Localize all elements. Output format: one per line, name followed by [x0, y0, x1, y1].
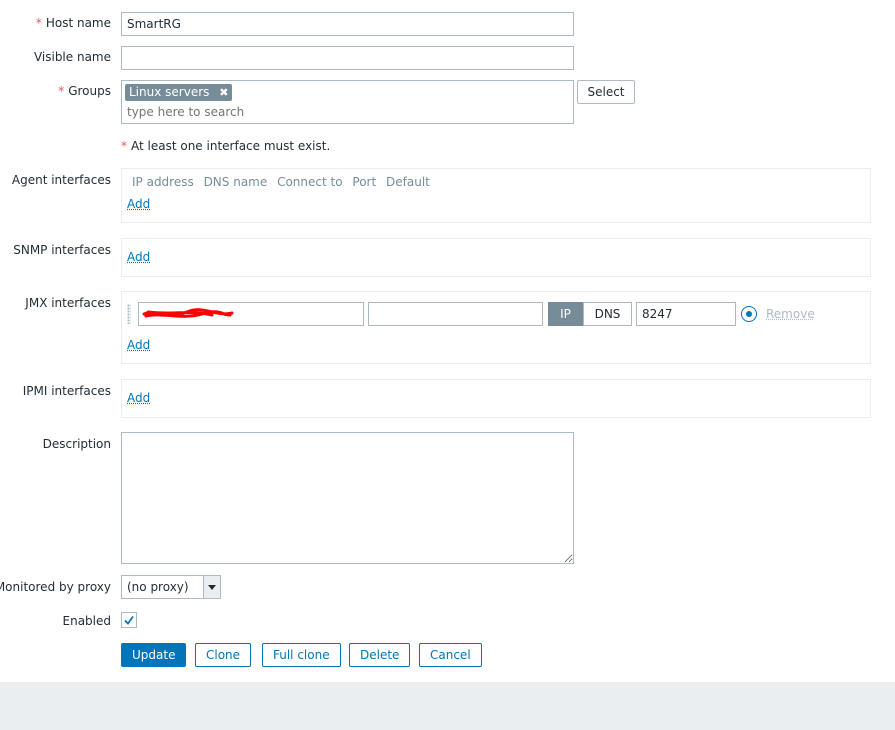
agent-interfaces-label: Agent interfaces [11, 173, 111, 187]
agent-interfaces-section: IP address DNS name Connect to Port Defa… [121, 168, 871, 223]
ipmi-add-link[interactable]: Add [127, 391, 150, 405]
ipmi-interfaces-section: Add [121, 379, 871, 418]
clone-button[interactable]: Clone [195, 643, 252, 667]
host-name-input[interactable] [121, 12, 574, 36]
snmp-add-link[interactable]: Add [127, 250, 150, 264]
jmx-add-link[interactable]: Add [127, 338, 150, 352]
group-tag: Linux servers ✖ [125, 84, 233, 101]
snmp-interfaces-label: SNMP interfaces [13, 243, 111, 257]
page-footer [0, 682, 895, 730]
description-label: Description [42, 437, 111, 451]
connect-ip-toggle[interactable]: IP [548, 302, 583, 326]
proxy-select[interactable]: (no proxy) [121, 575, 221, 599]
cancel-button[interactable]: Cancel [419, 643, 482, 667]
groups-multiselect[interactable]: Linux servers ✖ [121, 80, 574, 124]
jmx-remove-link[interactable]: Remove [766, 307, 815, 321]
tag-remove-icon[interactable]: ✖ [219, 86, 228, 99]
col-dns-name: DNS name [203, 175, 268, 189]
jmx-port-input[interactable] [636, 302, 736, 326]
proxy-label: Monitored by proxy [0, 580, 111, 594]
interface-required-note: * At least one interface must exist. [121, 139, 331, 153]
jmx-dns-input[interactable] [368, 302, 543, 326]
description-textarea[interactable] [121, 432, 574, 564]
connect-dns-toggle[interactable]: DNS [583, 302, 632, 326]
agent-add-link[interactable]: Add [127, 197, 150, 211]
visible-name-label: Visible name [33, 50, 111, 64]
full-clone-button[interactable]: Full clone [262, 643, 341, 667]
update-button[interactable]: Update [121, 643, 187, 667]
col-default: Default [386, 175, 430, 189]
col-connect-to: Connect to [277, 175, 343, 189]
delete-button[interactable]: Delete [349, 643, 411, 667]
redacted-scribble-icon [142, 308, 234, 318]
drag-handle-icon[interactable] [127, 304, 131, 324]
col-ip-address: IP address [132, 175, 194, 189]
host-name-label: * Host name [35, 16, 111, 30]
groups-label: * Groups [58, 84, 111, 98]
col-port: Port [352, 175, 377, 189]
groups-search-input[interactable] [125, 103, 559, 121]
jmx-interfaces-label: JMX interfaces [25, 296, 111, 310]
snmp-interfaces-section: Add [121, 238, 871, 277]
ipmi-interfaces-label: IPMI interfaces [22, 384, 111, 398]
visible-name-input[interactable] [121, 46, 574, 70]
jmx-interfaces-section: IP DNS Remove Add [121, 291, 871, 364]
select-groups-button[interactable]: Select [577, 80, 635, 104]
radio-dot-icon [746, 311, 752, 317]
enabled-label: Enabled [62, 614, 112, 628]
jmx-ip-input[interactable] [138, 302, 364, 326]
default-radio[interactable] [741, 306, 757, 322]
checkmark-icon [124, 615, 134, 625]
enabled-checkbox[interactable] [121, 612, 137, 628]
agent-interfaces-header: IP address DNS name Connect to Port Defa… [132, 175, 436, 189]
proxy-select-value: (no proxy) [127, 580, 189, 594]
chevron-down-icon[interactable] [203, 576, 220, 598]
